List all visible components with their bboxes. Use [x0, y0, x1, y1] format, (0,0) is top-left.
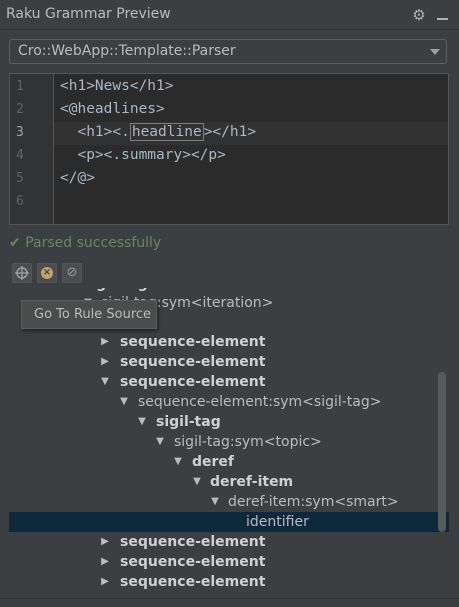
tree-scrollbar[interactable]: [438, 372, 446, 532]
clear-button[interactable]: ×: [37, 263, 57, 283]
line-number: 3: [16, 125, 24, 140]
disable-button[interactable]: ⊘: [62, 263, 82, 283]
tree-row[interactable]: ▼ deref: [9, 452, 449, 472]
line-number: 1: [16, 79, 24, 94]
check-icon: ✔: [9, 235, 21, 251]
tree-node-label: deref-item:sym<smart>: [228, 494, 399, 510]
bottom-edge: [0, 598, 459, 607]
code-line: <@headlines>: [60, 101, 165, 117]
tooltip-text: Go To Rule Source: [34, 307, 152, 322]
code-editor[interactable]: 1 2 3 4 5 6 <h1>News</h1> <@headlines> <…: [9, 73, 449, 225]
code-line: <h1><. headline ></h1>: [60, 123, 257, 141]
tree-row[interactable]: ▶ sequence-element: [9, 332, 449, 352]
tree-row[interactable]: ▼ sequence-element:sym<sigil-tag>: [9, 392, 449, 412]
tree-node-label: deref-item: [210, 474, 294, 490]
line-number: 4: [16, 148, 24, 163]
collapse-arrow-icon[interactable]: ▼: [118, 392, 130, 412]
tree-row[interactable]: ▼ deref-item:sym<smart>: [9, 492, 449, 512]
clear-icon: ×: [41, 267, 53, 279]
tree-node-label: sigil-tag:sym<topic>: [174, 434, 322, 450]
tree-node-label: sequence-element: [120, 534, 266, 550]
tree-row[interactable]: ▶ sequence-element: [9, 552, 449, 572]
tree-toolbar: × ⊘: [9, 260, 449, 286]
line-number: 2: [16, 102, 24, 117]
tree-row[interactable]: ▼ sequence-element: [9, 372, 449, 392]
minimize-icon[interactable]: [434, 6, 452, 24]
expand-arrow-icon[interactable]: ▶: [99, 552, 111, 572]
parse-tree[interactable]: sigil-tag ▼ sigil-tag:sym<iteration> ▶ s…: [9, 288, 449, 596]
tooltip: Go To Rule Source: [21, 300, 157, 329]
tree-row[interactable]: ▼ sigil-tag:sym<topic>: [9, 432, 449, 452]
parse-status-text: Parsed successfully: [25, 235, 162, 251]
code-line: <p><.summary></p>: [60, 147, 226, 163]
collapse-arrow-icon[interactable]: ▼: [136, 412, 148, 432]
collapse-arrow-icon[interactable]: ▼: [99, 372, 111, 392]
tree-row-selected[interactable]: identifier: [9, 512, 449, 532]
tree-row[interactable]: ▼ sigil-tag: [9, 412, 449, 432]
tool-window-header: Raku Grammar Preview ⚙: [0, 0, 459, 30]
minimize-glyph: [437, 18, 448, 20]
line-number: 5: [16, 171, 24, 186]
expand-arrow-icon[interactable]: ▶: [99, 352, 111, 372]
tree-node-label: sigil-tag: [156, 414, 221, 430]
code-line: <h1>News</h1>: [60, 78, 174, 94]
gear-icon[interactable]: ⚙: [410, 6, 428, 24]
tree-node-label: identifier: [246, 514, 309, 530]
code-segment: <h1><.: [60, 124, 130, 140]
tree-node-label: sequence-element: [120, 554, 266, 570]
grammar-select[interactable]: Cro::WebApp::Template::Parser: [9, 39, 447, 64]
highlighted-identifier: headline: [129, 123, 204, 141]
parse-status: ✔ Parsed successfully: [9, 235, 161, 251]
tree-node-label: sequence-element:sym<sigil-tag>: [138, 394, 382, 410]
crosshair-glyph: [15, 266, 29, 280]
expand-arrow-icon[interactable]: ▶: [99, 332, 111, 352]
collapse-arrow-icon[interactable]: ▼: [172, 452, 184, 472]
expand-arrow-icon[interactable]: ▶: [99, 572, 111, 592]
go-to-source-button[interactable]: [12, 263, 32, 283]
tree-node-label: sequence-element: [120, 334, 266, 350]
go-to-source-icon: [13, 264, 31, 282]
collapse-arrow-icon[interactable]: ▼: [191, 472, 203, 492]
tree-node-label: deref: [192, 454, 235, 470]
tree-node-label: sequence-element: [120, 354, 266, 370]
expand-arrow-icon[interactable]: ▶: [99, 532, 111, 552]
grammar-select-value: Cro::WebApp::Template::Parser: [18, 43, 236, 59]
code-segment: ></h1>: [203, 124, 257, 140]
tree-row[interactable]: ▶ sequence-element: [9, 352, 449, 372]
chevron-down-icon: [430, 49, 440, 55]
disable-icon: ⊘: [66, 265, 78, 280]
line-number: 6: [16, 194, 24, 209]
window-title: Raku Grammar Preview: [6, 6, 171, 22]
code-line: </@>: [60, 170, 95, 186]
collapse-arrow-icon[interactable]: ▼: [209, 492, 221, 512]
tree-row[interactable]: ▼ deref-item: [9, 472, 449, 492]
tree-node-label: sequence-element: [120, 574, 266, 590]
line-number-gutter: 1 2 3 4 5 6: [10, 74, 54, 224]
tree-row[interactable]: ▶ sequence-element: [9, 532, 449, 552]
tree-node-label: sequence-element: [120, 374, 266, 390]
collapse-arrow-icon[interactable]: ▼: [154, 432, 166, 452]
tree-row[interactable]: ▶ sequence-element: [9, 572, 449, 592]
